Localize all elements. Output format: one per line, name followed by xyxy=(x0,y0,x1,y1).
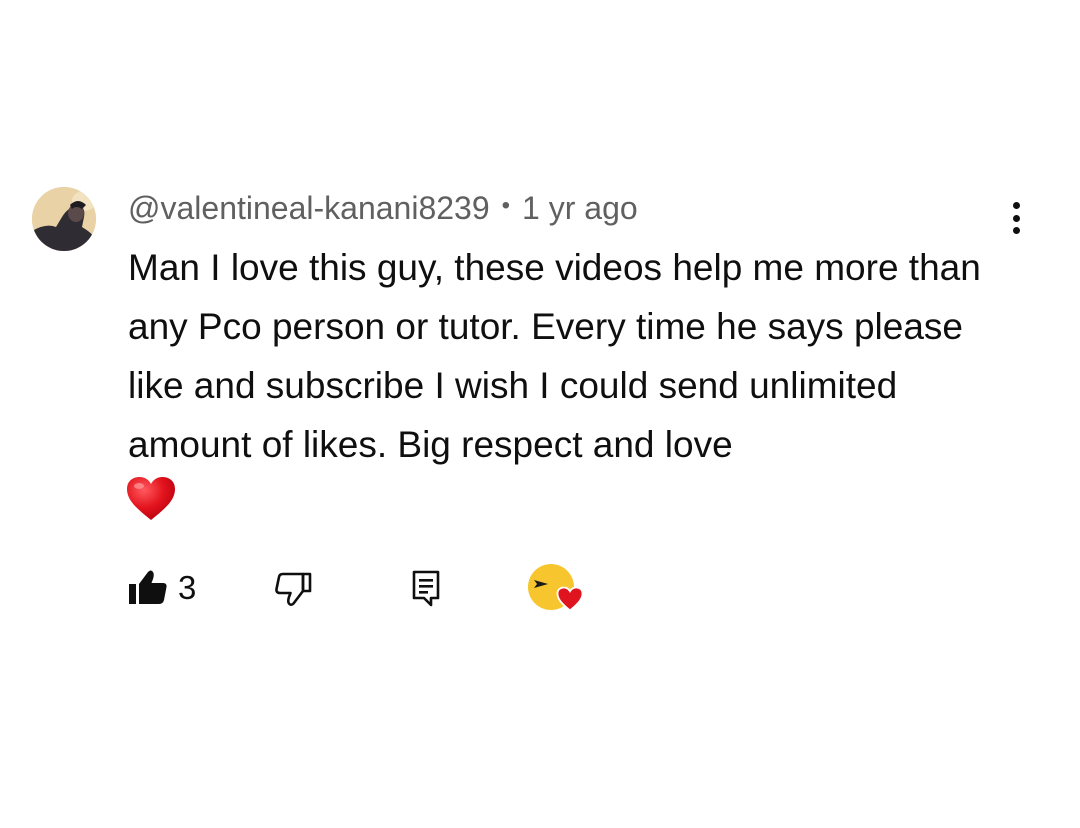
more-dot xyxy=(1012,202,1020,209)
thumbs-up-icon[interactable] xyxy=(126,566,170,610)
creator-heart-badge xyxy=(528,562,588,618)
reply-icon[interactable] xyxy=(408,568,444,608)
more-options-icon[interactable] xyxy=(996,196,1036,240)
thumbs-down-icon[interactable] xyxy=(272,566,316,610)
heart-emoji-icon xyxy=(126,476,176,522)
comment-thread: @valentineal-kanani8239 • 1 yr ago Man I… xyxy=(0,0,1080,828)
like-count: 3 xyxy=(178,569,197,606)
commenter-avatar[interactable] xyxy=(32,187,96,251)
creator-heart-icon xyxy=(556,586,584,612)
meta-separator: • xyxy=(501,192,511,219)
commenter-username[interactable]: @valentineal-kanani8239 xyxy=(128,190,490,227)
more-dot xyxy=(1012,214,1020,222)
comment-timestamp[interactable]: 1 yr ago xyxy=(522,190,638,227)
more-dot xyxy=(1012,227,1020,234)
comment-actions: 3 xyxy=(0,560,1080,620)
comment-text: Man I love this guy, these videos help m… xyxy=(128,247,981,465)
comment-meta: @valentineal-kanani8239 • 1 yr ago xyxy=(128,188,638,228)
